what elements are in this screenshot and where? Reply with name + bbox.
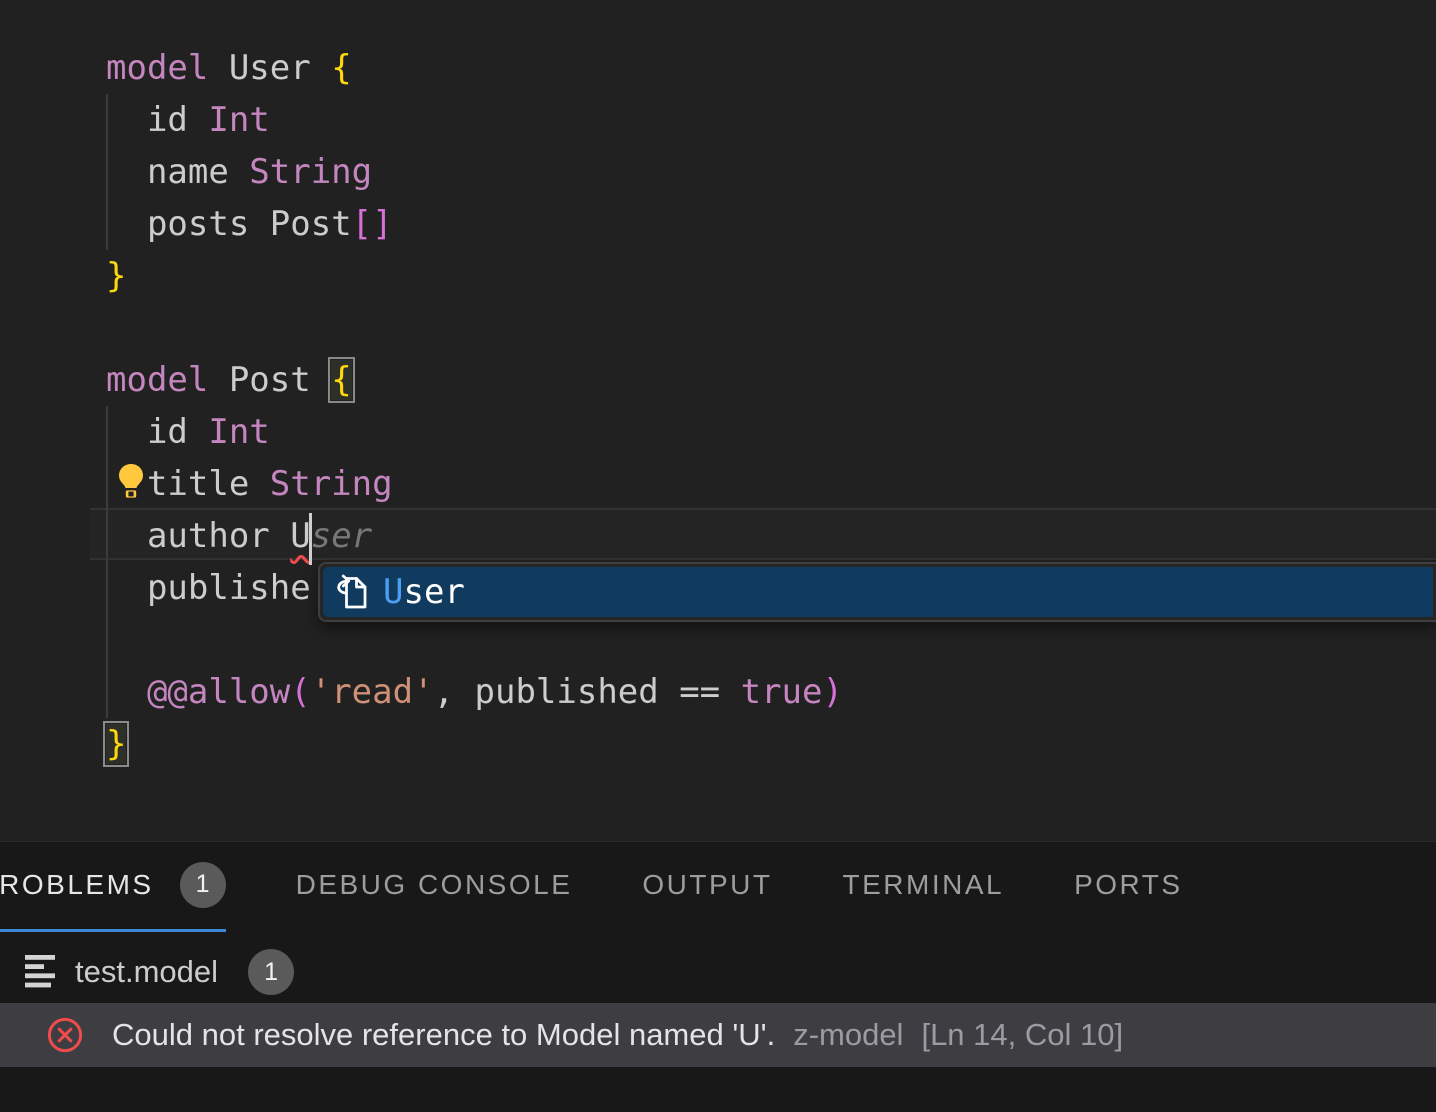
problem-location: [Ln 14, Col 10] xyxy=(921,1017,1123,1053)
suggest-item-label: User xyxy=(383,572,465,612)
tab-label: TERMINAL xyxy=(843,869,1005,901)
code-line[interactable]: name String xyxy=(0,146,1436,198)
tab-label: OUTPUT xyxy=(642,869,772,901)
tab-terminal[interactable]: TERMINAL xyxy=(843,842,1005,932)
text-cursor xyxy=(309,513,312,565)
tab-label: DEBUG CONSOLE xyxy=(296,869,573,901)
tab-debug-console[interactable]: DEBUG CONSOLE xyxy=(296,842,573,932)
problem-row-error[interactable]: Could not resolve reference to Model nam… xyxy=(0,1003,1436,1067)
code-line[interactable] xyxy=(0,302,1436,354)
panel-tab-bar: PROBLEMS 1 DEBUG CONSOLE OUTPUT TERMINAL PORT… xyxy=(0,842,1183,932)
problem-message: Could not resolve reference to Model nam… xyxy=(112,1017,775,1053)
problems-file-name: test.model xyxy=(75,954,218,990)
code-line[interactable]: author User xyxy=(0,510,1436,562)
code-line[interactable]: } xyxy=(0,250,1436,302)
code-line[interactable]: id Int xyxy=(0,406,1436,458)
problems-file-row[interactable]: test.model 1 xyxy=(0,942,1436,1002)
tab-label: PORTS xyxy=(1074,869,1182,901)
tab-ports[interactable]: PORTS xyxy=(1074,842,1182,932)
code-action-lightbulb-icon[interactable] xyxy=(114,462,148,500)
code-line[interactable]: } xyxy=(0,718,1436,770)
file-icon xyxy=(25,952,59,992)
code-line[interactable]: @@allow('read', published == true) xyxy=(0,666,1436,718)
code-line[interactable]: model Post { xyxy=(0,354,1436,406)
code-line[interactable]: title String xyxy=(0,458,1436,510)
code-line[interactable]: posts Post[] xyxy=(0,198,1436,250)
suggest-item-user[interactable]: User xyxy=(323,567,1433,617)
bottom-panel: PROBLEMS 1 DEBUG CONSOLE OUTPUT TERMINAL PORT… xyxy=(0,841,1436,1112)
tab-output[interactable]: OUTPUT xyxy=(642,842,772,932)
code-line[interactable]: id Int xyxy=(0,94,1436,146)
file-problem-count-badge: 1 xyxy=(248,949,294,995)
problem-source: z-model xyxy=(793,1017,903,1053)
code-line[interactable]: model User { xyxy=(0,42,1436,94)
vscode-window: model User { id Int name String posts Po… xyxy=(0,0,1436,1112)
error-icon xyxy=(46,1016,84,1054)
problems-count-badge: 1 xyxy=(180,862,226,908)
symbol-reference-icon xyxy=(331,572,371,612)
tab-label: PROBLEMS xyxy=(0,869,154,901)
tab-problems[interactable]: PROBLEMS 1 xyxy=(0,842,226,932)
editor-pane[interactable]: model User { id Int name String posts Po… xyxy=(0,0,1436,841)
code-area[interactable]: model User { id Int name String posts Po… xyxy=(0,42,1436,770)
suggest-widget: User xyxy=(318,562,1436,622)
